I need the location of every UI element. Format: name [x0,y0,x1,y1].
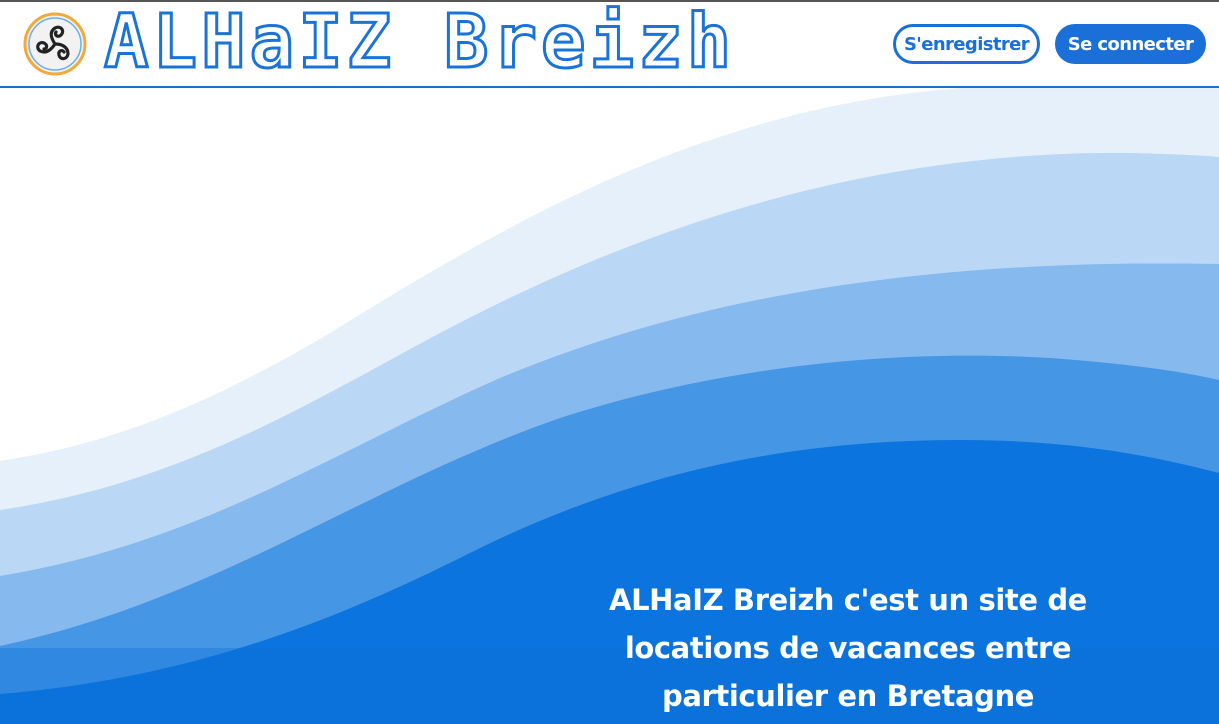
triskelion-icon[interactable] [23,12,87,76]
register-button[interactable]: S'enregistrer [893,24,1040,64]
login-button[interactable]: Se connecter [1055,24,1206,64]
hero-banner: ALHaIZ Breizh c'est un site de locations… [0,88,1219,724]
hero-tagline: ALHaIZ Breizh c'est un site de locations… [609,583,1087,713]
brand-logo-text[interactable]: ALHaIZ Breizh [102,3,735,82]
site-header: ALHaIZ Breizh S'enregistrer Se connecter [0,2,1219,88]
